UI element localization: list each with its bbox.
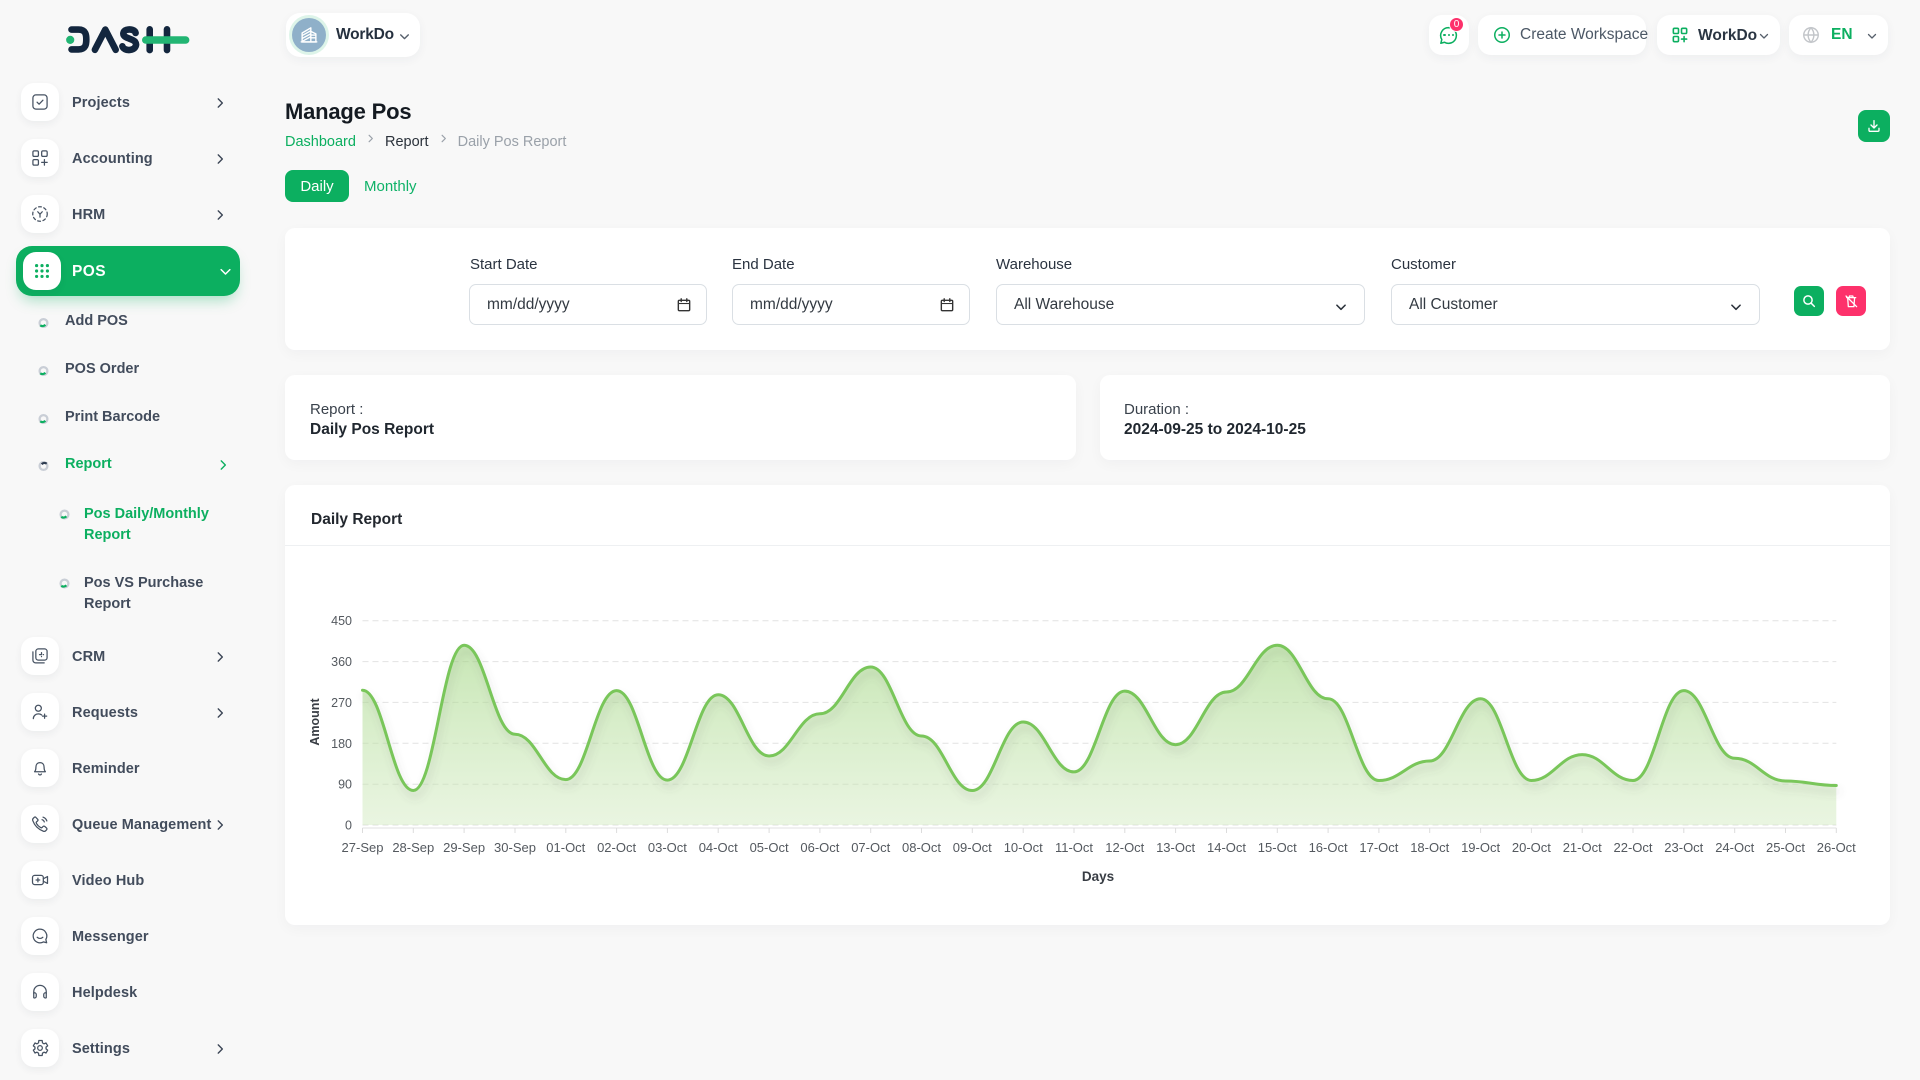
svg-text:04-Oct: 04-Oct	[699, 840, 738, 855]
svg-text:10-Oct: 10-Oct	[1004, 840, 1043, 855]
svg-text:05-Oct: 05-Oct	[750, 840, 789, 855]
svg-text:01-Oct: 01-Oct	[546, 840, 585, 855]
svg-text:22-Oct: 22-Oct	[1613, 840, 1652, 855]
svg-text:360: 360	[331, 655, 352, 669]
svg-text:07-Oct: 07-Oct	[851, 840, 890, 855]
svg-text:17-Oct: 17-Oct	[1359, 840, 1398, 855]
svg-text:29-Sep: 29-Sep	[443, 840, 485, 855]
svg-text:21-Oct: 21-Oct	[1563, 840, 1602, 855]
svg-text:0: 0	[345, 819, 352, 833]
svg-text:13-Oct: 13-Oct	[1156, 840, 1195, 855]
svg-text:08-Oct: 08-Oct	[902, 840, 941, 855]
svg-text:14-Oct: 14-Oct	[1207, 840, 1246, 855]
svg-text:24-Oct: 24-Oct	[1715, 840, 1754, 855]
svg-text:16-Oct: 16-Oct	[1309, 840, 1348, 855]
svg-text:Days: Days	[1082, 869, 1114, 884]
svg-text:19-Oct: 19-Oct	[1461, 840, 1500, 855]
svg-text:25-Oct: 25-Oct	[1766, 840, 1805, 855]
svg-text:450: 450	[331, 614, 352, 628]
svg-text:11-Oct: 11-Oct	[1055, 840, 1093, 855]
svg-text:20-Oct: 20-Oct	[1512, 840, 1551, 855]
svg-text:03-Oct: 03-Oct	[648, 840, 687, 855]
svg-text:15-Oct: 15-Oct	[1258, 840, 1297, 855]
svg-text:02-Oct: 02-Oct	[597, 840, 636, 855]
svg-text:09-Oct: 09-Oct	[953, 840, 992, 855]
svg-text:23-Oct: 23-Oct	[1664, 840, 1703, 855]
svg-text:28-Sep: 28-Sep	[392, 840, 434, 855]
svg-text:06-Oct: 06-Oct	[800, 840, 839, 855]
svg-text:270: 270	[331, 696, 352, 710]
svg-text:90: 90	[338, 778, 352, 792]
svg-text:27-Sep: 27-Sep	[342, 840, 384, 855]
svg-text:26-Oct: 26-Oct	[1817, 840, 1856, 855]
svg-text:180: 180	[331, 737, 352, 751]
svg-text:30-Sep: 30-Sep	[494, 840, 536, 855]
svg-text:12-Oct: 12-Oct	[1105, 840, 1144, 855]
svg-text:Amount: Amount	[308, 698, 322, 746]
svg-text:18-Oct: 18-Oct	[1410, 840, 1449, 855]
